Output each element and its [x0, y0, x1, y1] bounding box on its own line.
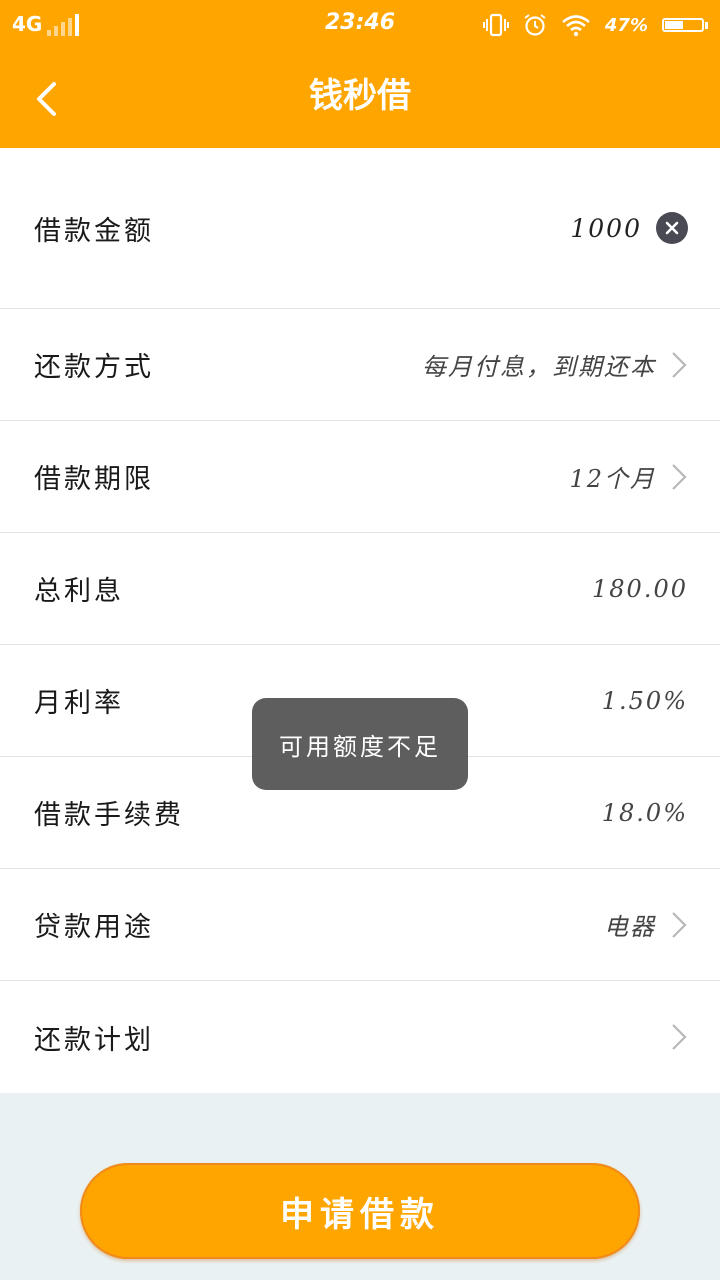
chevron-right-icon — [670, 1022, 688, 1052]
purpose-value: 电器 — [604, 913, 656, 941]
repay-plan-label: 还款计划 — [34, 1024, 154, 1056]
monthly-rate-label: 月利率 — [34, 688, 124, 719]
clear-amount-button[interactable] — [656, 212, 688, 244]
battery-icon — [662, 18, 708, 32]
total-interest-value: 180.00 — [592, 574, 688, 603]
loan-form: 借款金额 1000 还款方式 每月付息，到期还本 借款期限 12个月 总利息 1… — [0, 148, 720, 1093]
term-value: 12个月 — [569, 465, 656, 493]
amount-row: 借款金额 1000 — [0, 148, 720, 309]
fee-value: 18.0% — [601, 798, 688, 827]
back-button[interactable] — [24, 74, 68, 124]
term-row[interactable]: 借款期限 12个月 — [0, 421, 720, 533]
purpose-row[interactable]: 贷款用途 电器 — [0, 869, 720, 981]
term-label: 借款期限 — [34, 464, 154, 495]
repay-method-value: 每月付息，到期还本 — [422, 353, 656, 381]
total-interest-label: 总利息 — [34, 576, 124, 607]
chevron-right-icon — [670, 350, 688, 380]
battery-percent: 47% — [604, 14, 648, 36]
repay-method-label: 还款方式 — [34, 352, 154, 383]
chevron-left-icon — [37, 82, 56, 116]
amount-label: 借款金额 — [34, 215, 154, 247]
repay-method-row[interactable]: 还款方式 每月付息，到期还本 — [0, 309, 720, 421]
vibrate-icon — [482, 13, 509, 37]
toast-message: 可用额度不足 — [252, 698, 468, 790]
wifi-icon — [561, 13, 591, 37]
repay-plan-row[interactable]: 还款计划 — [0, 981, 720, 1093]
chevron-right-icon — [670, 462, 688, 492]
apply-loan-button[interactable]: 申请借款 — [80, 1163, 640, 1259]
status-bar: 4G 23:46 47% — [0, 0, 720, 50]
monthly-rate-value: 1.50% — [601, 686, 688, 715]
app-screen: 4G 23:46 47% 钱秒借 借款金额 1000 还款方式 每月付息，到期还… — [0, 0, 720, 1280]
purpose-label: 贷款用途 — [34, 912, 154, 943]
close-icon — [665, 221, 679, 235]
page-title: 钱秒借 — [309, 76, 411, 116]
fee-label: 借款手续费 — [34, 800, 184, 831]
alarm-icon — [523, 13, 547, 37]
amount-input[interactable]: 1000 — [570, 214, 642, 243]
chevron-right-icon — [670, 910, 688, 940]
header-bar: 钱秒借 — [0, 50, 720, 148]
status-icons: 47% — [482, 12, 708, 38]
total-interest-row: 总利息 180.00 — [0, 533, 720, 645]
